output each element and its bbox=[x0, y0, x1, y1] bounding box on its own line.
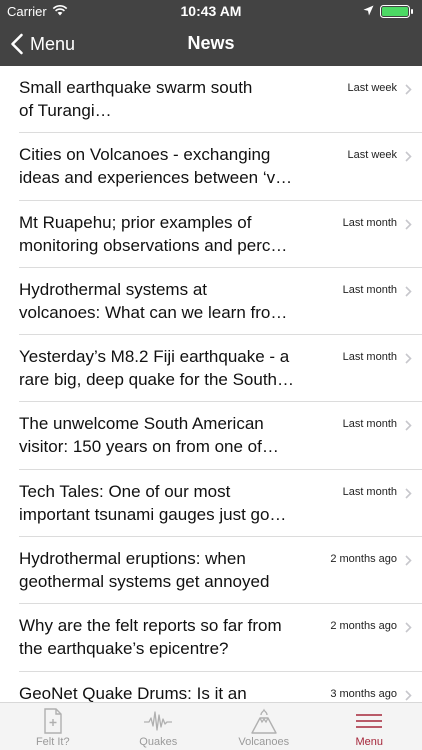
news-title: Tech Tales: One of our most important ts… bbox=[19, 481, 287, 524]
news-title: Mt Ruapehu; prior examples of monitoring… bbox=[19, 212, 288, 255]
status-bar: Carrier 10:43 AM bbox=[0, 0, 422, 22]
tab-bar: Felt It? Quakes Volcanoes Menu bbox=[0, 702, 422, 750]
chevron-right-icon bbox=[405, 286, 412, 297]
battery-icon bbox=[380, 5, 413, 18]
location-arrow-icon bbox=[363, 5, 374, 16]
chevron-right-icon bbox=[405, 353, 412, 364]
chevron-right-icon bbox=[405, 219, 412, 230]
news-title: GeoNet Quake Drums: Is it an bbox=[19, 683, 247, 702]
nav-bar: Menu News bbox=[0, 22, 422, 66]
tab-felt-it[interactable]: Felt It? bbox=[0, 703, 106, 750]
news-item[interactable]: Hydrothermal eruptions: when geothermal … bbox=[19, 537, 422, 605]
news-time: Last week bbox=[347, 82, 397, 94]
news-time: Last month bbox=[342, 216, 397, 229]
chevron-right-icon bbox=[405, 622, 412, 633]
news-time: Last month bbox=[342, 351, 397, 364]
news-item[interactable]: Mt Ruapehu; prior examples of monitoring… bbox=[19, 201, 422, 268]
tab-label: Volcanoes bbox=[238, 736, 290, 748]
chevron-right-icon bbox=[405, 690, 412, 701]
news-item[interactable]: Tech Tales: One of our most important ts… bbox=[19, 470, 422, 538]
chevron-right-icon bbox=[405, 151, 412, 162]
page-title: News bbox=[187, 33, 235, 53]
news-title: Yesterday’s M8.2 Fiji earthquake - a rar… bbox=[19, 347, 295, 390]
chevron-right-icon bbox=[405, 420, 412, 432]
news-title: Why are the felt reports so far from the… bbox=[19, 616, 282, 659]
tab-label: Quakes bbox=[139, 736, 178, 748]
news-time: Last week bbox=[347, 149, 397, 162]
news-time: 3 months ago bbox=[330, 687, 397, 700]
volcano-icon bbox=[251, 708, 277, 734]
chevron-right-icon bbox=[405, 555, 412, 566]
news-item[interactable]: The unwelcome South American visitor: 15… bbox=[19, 402, 422, 470]
news-time: 2 months ago bbox=[330, 620, 397, 633]
news-title: Hydrothermal systems at volcanoes: What … bbox=[19, 279, 288, 322]
tab-label: Menu bbox=[355, 736, 384, 748]
tab-quakes[interactable]: Quakes bbox=[106, 703, 212, 750]
chevron-right-icon bbox=[405, 488, 412, 499]
news-time: Last month bbox=[342, 283, 397, 296]
document-icon bbox=[44, 708, 62, 734]
tab-menu[interactable]: Menu bbox=[317, 703, 422, 750]
chevron-right-icon bbox=[405, 84, 412, 95]
clock: 10:43 AM bbox=[180, 3, 242, 19]
news-title: The unwelcome South American visitor: 15… bbox=[19, 414, 279, 457]
news-time: Last month bbox=[342, 418, 397, 431]
news-item[interactable]: Small earthquake swarm south of Turangi…… bbox=[19, 66, 422, 134]
news-item[interactable]: Hydrothermal systems at volcanoes: What … bbox=[19, 268, 422, 336]
tab-volcanoes[interactable]: Volcanoes bbox=[211, 703, 317, 750]
news-item[interactable]: Why are the felt reports so far from the… bbox=[19, 604, 422, 672]
news-item[interactable]: GeoNet Quake Drums: Is it an 3 months ag… bbox=[19, 672, 422, 702]
news-time: Last month bbox=[342, 485, 397, 498]
seismograph-icon bbox=[144, 711, 173, 731]
tab-label: Felt It? bbox=[35, 736, 70, 748]
news-time: 2 months ago bbox=[330, 553, 397, 566]
news-title: Hydrothermal eruptions: when geothermal … bbox=[19, 549, 270, 592]
news-item[interactable]: Yesterday’s M8.2 Fiji earthquake - a rar… bbox=[19, 335, 422, 403]
news-title: Cities on Volcanoes - exchanging ideas a… bbox=[19, 145, 293, 188]
news-list[interactable]: Small earthquake swarm south of Turangi…… bbox=[0, 66, 422, 702]
news-item[interactable]: Cities on Volcanoes - exchanging ideas a… bbox=[19, 133, 422, 201]
menu-icon bbox=[356, 714, 383, 728]
app-header: Carrier 10:43 AM Menu News bbox=[0, 0, 422, 66]
news-title: Small earthquake swarm south of Turangi… bbox=[19, 78, 253, 120]
